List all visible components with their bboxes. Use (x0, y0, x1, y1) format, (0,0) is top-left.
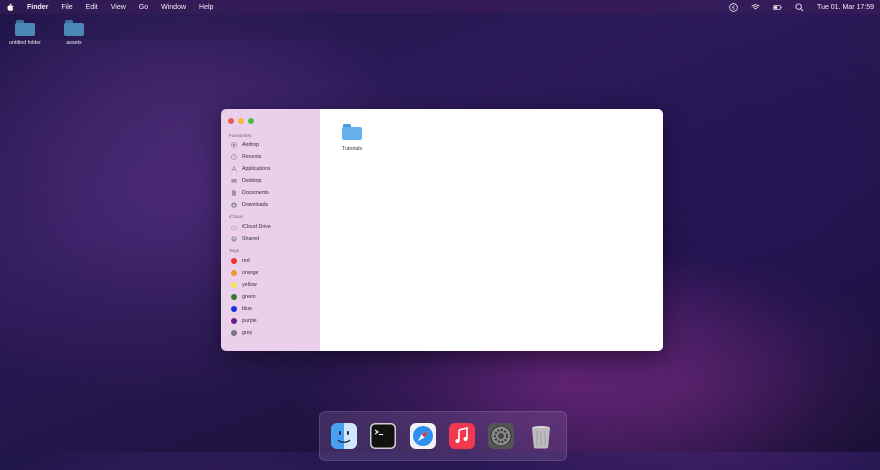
menu-view[interactable]: View (111, 4, 126, 11)
euro-icon[interactable]: € (729, 2, 738, 12)
wifi-icon[interactable] (751, 3, 760, 12)
sidebar-tag-orange[interactable]: orange (231, 269, 259, 277)
tag-color-icon (231, 294, 237, 300)
tag-color-icon (231, 282, 237, 288)
finder-sidebar: Favourites Airdrop Recents Applications … (221, 109, 320, 351)
sidebar-tag-label: green (242, 294, 256, 300)
menu-window[interactable]: Window (161, 4, 186, 11)
desktop-icon (231, 178, 237, 184)
sidebar-tag-yellow[interactable]: yellow (231, 281, 257, 289)
folder-item-tutorials[interactable]: Tutorials (339, 124, 365, 152)
folder-item-label: Tutorials (341, 146, 363, 152)
sidebar-item-recents[interactable]: Recents (231, 153, 261, 161)
sidebar-tag-blue[interactable]: blue (231, 305, 252, 313)
sidebar-item-desktop[interactable]: Desktop (231, 177, 261, 185)
zoom-button[interactable] (248, 118, 254, 124)
sidebar-tag-label: purple (242, 318, 257, 324)
sidebar-item-icloud-drive[interactable]: iCloud Drive (231, 223, 271, 231)
menu-file[interactable]: File (61, 4, 72, 11)
sidebar-tag-label: yellow (242, 282, 257, 288)
tag-color-icon (231, 306, 237, 312)
cloud-icon (231, 224, 237, 230)
sidebar-item-label: Desktop (242, 178, 262, 184)
terminal-icon[interactable] (370, 423, 396, 449)
desktop-folder-assets[interactable]: assets (51, 20, 97, 46)
finder-window: Favourites Airdrop Recents Applications … (221, 109, 663, 351)
folder-icon (64, 20, 84, 36)
sidebar-tag-label: grey (242, 330, 253, 336)
clock-icon (231, 154, 237, 160)
close-button[interactable] (228, 118, 234, 124)
menu-edit[interactable]: Edit (86, 4, 98, 11)
svg-text:€: € (732, 5, 735, 11)
sidebar-item-applications[interactable]: Applications (231, 165, 271, 173)
finder-icon[interactable] (331, 423, 357, 449)
sidebar-item-label: Documents (242, 190, 269, 196)
menubar-clock[interactable]: Tue 01. Mar 17:59 (817, 4, 874, 11)
menu-app-finder[interactable]: Finder (27, 4, 48, 11)
sidebar-item-label: Applications (242, 166, 271, 172)
download-icon (231, 202, 237, 208)
sidebar-item-shared[interactable]: Shared (231, 235, 259, 243)
safari-icon[interactable] (410, 423, 436, 449)
airdrop-icon (231, 142, 237, 148)
apple-menu-icon[interactable] (5, 2, 15, 12)
folder-icon (342, 124, 362, 140)
sidebar-tag-green[interactable]: green (231, 293, 256, 301)
sidebar-item-label: Shared (242, 236, 260, 242)
dock (319, 411, 567, 461)
document-icon (231, 190, 237, 196)
tag-color-icon (231, 318, 237, 324)
sidebar-item-label: iCloud Drive (242, 224, 271, 230)
tag-color-icon (231, 270, 237, 276)
desktop-folder-label: untitled folder (9, 40, 41, 46)
tag-color-icon (231, 330, 237, 336)
system-preferences-icon[interactable] (488, 423, 514, 449)
sidebar-tag-label: orange (242, 270, 259, 276)
sidebar-item-label: Recents (242, 154, 262, 160)
finder-content: Tutorials (320, 109, 663, 351)
sidebar-item-label: Airdrop (242, 142, 260, 148)
sidebar-tag-label: blue (242, 306, 253, 312)
sidebar-tag-purple[interactable]: purple (231, 317, 257, 325)
sidebar-tag-label: red (242, 258, 250, 264)
applications-icon (231, 166, 237, 172)
sidebar-tag-red[interactable]: red (231, 257, 250, 265)
menu-help[interactable]: Help (199, 4, 213, 11)
sidebar-item-downloads[interactable]: Downloads (231, 201, 268, 209)
menubar: Finder File Edit View Go Window Help € T… (0, 0, 880, 14)
section-icloud: iCloud (229, 215, 243, 220)
desktop-folder-untitled[interactable]: untitled folder (2, 20, 48, 46)
music-icon[interactable] (449, 423, 475, 449)
menu-go[interactable]: Go (139, 4, 148, 11)
sidebar-tag-grey[interactable]: grey (231, 329, 252, 337)
trash-icon[interactable] (528, 423, 554, 449)
window-controls (228, 118, 254, 124)
section-tags: Tags (229, 249, 240, 254)
minimize-button[interactable] (238, 118, 244, 124)
search-icon[interactable] (795, 2, 804, 12)
sidebar-item-label: Downloads (242, 202, 269, 208)
shared-icon (231, 236, 237, 242)
battery-icon[interactable] (773, 3, 782, 12)
tag-color-icon (231, 258, 237, 264)
sidebar-item-airdrop[interactable]: Airdrop (231, 141, 259, 149)
desktop-folder-label: assets (66, 40, 82, 46)
section-favourites: Favourites (229, 134, 252, 139)
sidebar-item-documents[interactable]: Documents (231, 189, 269, 197)
folder-icon (15, 20, 35, 36)
